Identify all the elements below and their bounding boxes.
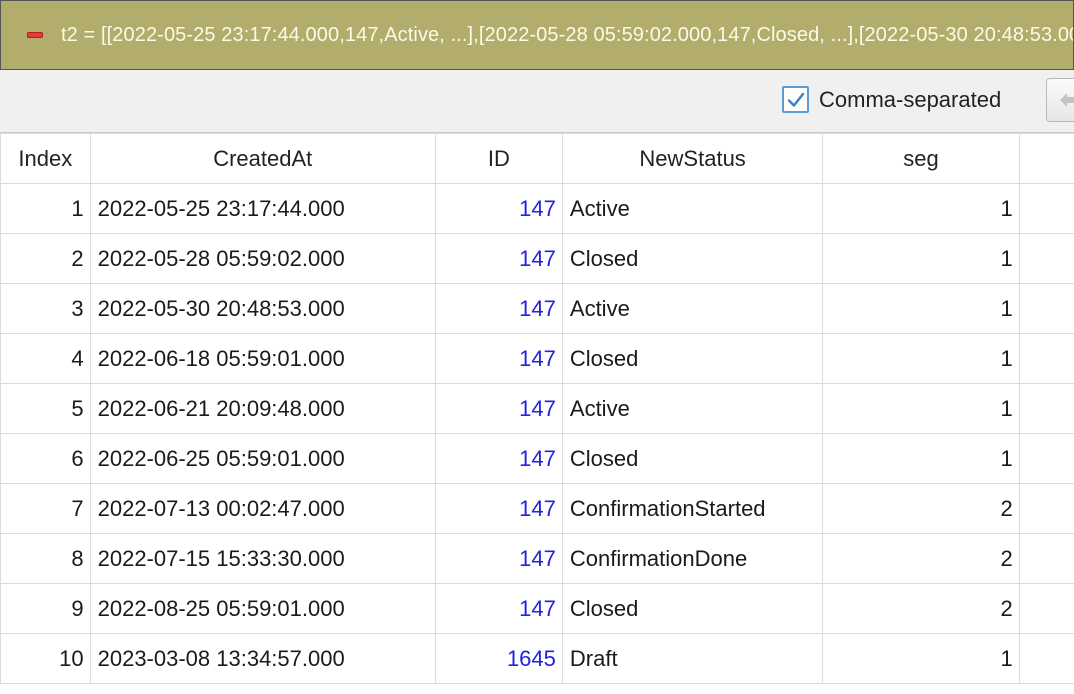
column-header-newstatus[interactable]: NewStatus: [561, 133, 824, 184]
cell-filler: [1018, 583, 1074, 634]
column-header-seg[interactable]: seg: [822, 133, 1020, 184]
cell-seg[interactable]: 1: [822, 183, 1020, 234]
cell-filler: [1018, 633, 1074, 684]
cell-index[interactable]: 8: [0, 533, 91, 584]
column-header-filler: [1018, 133, 1074, 184]
cell-id[interactable]: 147: [434, 233, 563, 284]
cell-seg[interactable]: 2: [822, 533, 1020, 584]
comma-separated-label: Comma-separated: [819, 86, 1002, 112]
cell-index[interactable]: 9: [0, 583, 91, 634]
cell-index[interactable]: 6: [0, 433, 91, 484]
header-row: Index CreatedAt ID NewStatus seg: [0, 133, 1074, 184]
cell-id[interactable]: 147: [434, 183, 563, 234]
comma-separated-checkbox[interactable]: [782, 86, 809, 113]
cell-createdat[interactable]: 2022-06-25 05:59:01.000: [89, 433, 436, 484]
cell-createdat[interactable]: 2023-03-08 13:34:57.000: [89, 633, 436, 684]
viewer-toolbar: Comma-separated: [0, 70, 1074, 132]
cell-createdat[interactable]: 2022-05-28 05:59:02.000: [89, 233, 436, 284]
table-row[interactable]: 6 2022-06-25 05:59:01.000 147 Closed 1: [0, 433, 1074, 484]
cell-filler: [1018, 233, 1074, 284]
table-row[interactable]: 5 2022-06-21 20:09:48.000 147 Active 1: [0, 383, 1074, 434]
cell-newstatus[interactable]: ConfirmationStarted: [561, 483, 824, 534]
table-row[interactable]: 2 2022-05-28 05:59:02.000 147 Closed 1: [0, 233, 1074, 284]
cell-filler: [1018, 433, 1074, 484]
data-grid: Index CreatedAt ID NewStatus seg 1 2022-0…: [0, 132, 1074, 694]
cell-id[interactable]: 147: [434, 583, 563, 634]
cell-filler: [1018, 533, 1074, 584]
cell-id[interactable]: 147: [434, 383, 563, 434]
checkmark-icon: [787, 92, 804, 107]
cell-newstatus[interactable]: ConfirmationDone: [561, 533, 824, 584]
cell-seg[interactable]: 1: [822, 333, 1020, 384]
cell-newstatus[interactable]: Closed: [561, 583, 824, 634]
cell-seg[interactable]: 1: [822, 233, 1020, 284]
table-row[interactable]: 9 2022-08-25 05:59:01.000 147 Closed 2: [0, 583, 1074, 634]
variable-title-bar: t2 = [[2022-05-25 23:17:44.000,147,Activ…: [0, 0, 1074, 70]
cell-filler: [1018, 183, 1074, 234]
column-header-createdat[interactable]: CreatedAt: [89, 133, 436, 184]
cell-newstatus[interactable]: Closed: [561, 433, 824, 484]
cell-filler: [1018, 483, 1074, 534]
cell-newstatus[interactable]: Draft: [561, 633, 824, 684]
cell-newstatus[interactable]: Active: [561, 383, 824, 434]
cell-createdat[interactable]: 2022-07-13 00:02:47.000: [89, 483, 436, 534]
cell-id[interactable]: 147: [434, 333, 563, 384]
cell-id[interactable]: 147: [434, 483, 563, 534]
cell-newstatus[interactable]: Active: [561, 283, 824, 334]
table-row[interactable]: 3 2022-05-30 20:48:53.000 147 Active 1: [0, 283, 1074, 334]
cell-index[interactable]: 4: [0, 333, 91, 384]
cell-filler: [1018, 283, 1074, 334]
cell-id[interactable]: 1645: [434, 633, 563, 684]
cell-newstatus[interactable]: Closed: [561, 233, 824, 284]
cell-filler: [1018, 383, 1074, 434]
table-row[interactable]: 8 2022-07-15 15:33:30.000 147 ConfirmationD…: [0, 533, 1074, 584]
cell-seg[interactable]: 1: [822, 633, 1020, 684]
cell-index[interactable]: 5: [0, 383, 91, 434]
cell-index[interactable]: 7: [0, 483, 91, 534]
arrow-left-icon: [1060, 93, 1074, 107]
cell-seg[interactable]: 2: [822, 483, 1020, 534]
cell-seg[interactable]: 2: [822, 583, 1020, 634]
cell-id[interactable]: 147: [434, 433, 563, 484]
cell-createdat[interactable]: 2022-05-30 20:48:53.000: [89, 283, 436, 334]
cell-newstatus[interactable]: Active: [561, 183, 824, 234]
cell-createdat[interactable]: 2022-05-25 23:17:44.000: [89, 183, 436, 234]
cell-seg[interactable]: 1: [822, 433, 1020, 484]
table-row[interactable]: 7 2022-07-13 00:02:47.000 147 ConfirmationS…: [0, 483, 1074, 534]
cell-id[interactable]: 147: [434, 533, 563, 584]
cell-createdat[interactable]: 2022-07-15 15:33:30.000: [89, 533, 436, 584]
cell-newstatus[interactable]: Closed: [561, 333, 824, 384]
nav-back-button[interactable]: [1046, 78, 1074, 122]
cell-index[interactable]: 3: [0, 283, 91, 334]
comma-separated-toggle[interactable]: Comma-separated: [782, 86, 1001, 113]
cell-createdat[interactable]: 2022-06-21 20:09:48.000: [89, 383, 436, 434]
variable-title: t2 = [[2022-05-25 23:17:44.000,147,Activ…: [61, 23, 1073, 46]
cell-seg[interactable]: 1: [822, 283, 1020, 334]
cell-index[interactable]: 1: [0, 183, 91, 234]
cell-id[interactable]: 147: [434, 283, 563, 334]
data-table: Index CreatedAt ID NewStatus seg 1 2022-0…: [0, 133, 1074, 684]
cell-createdat[interactable]: 2022-06-18 05:59:01.000: [89, 333, 436, 384]
cell-filler: [1018, 333, 1074, 384]
table-row[interactable]: 10 2023-03-08 13:34:57.000 1645 Draft 1: [0, 633, 1074, 684]
cell-index[interactable]: 2: [0, 233, 91, 284]
column-header-id[interactable]: ID: [434, 133, 563, 184]
table-row[interactable]: 4 2022-06-18 05:59:01.000 147 Closed 1: [0, 333, 1074, 384]
cell-index[interactable]: 10: [0, 633, 91, 684]
cell-createdat[interactable]: 2022-08-25 05:59:01.000: [89, 583, 436, 634]
table-row[interactable]: 1 2022-05-25 23:17:44.000 147 Active 1: [0, 183, 1074, 234]
collapse-icon[interactable]: [27, 32, 43, 38]
column-header-index[interactable]: Index: [0, 133, 91, 184]
cell-seg[interactable]: 1: [822, 383, 1020, 434]
